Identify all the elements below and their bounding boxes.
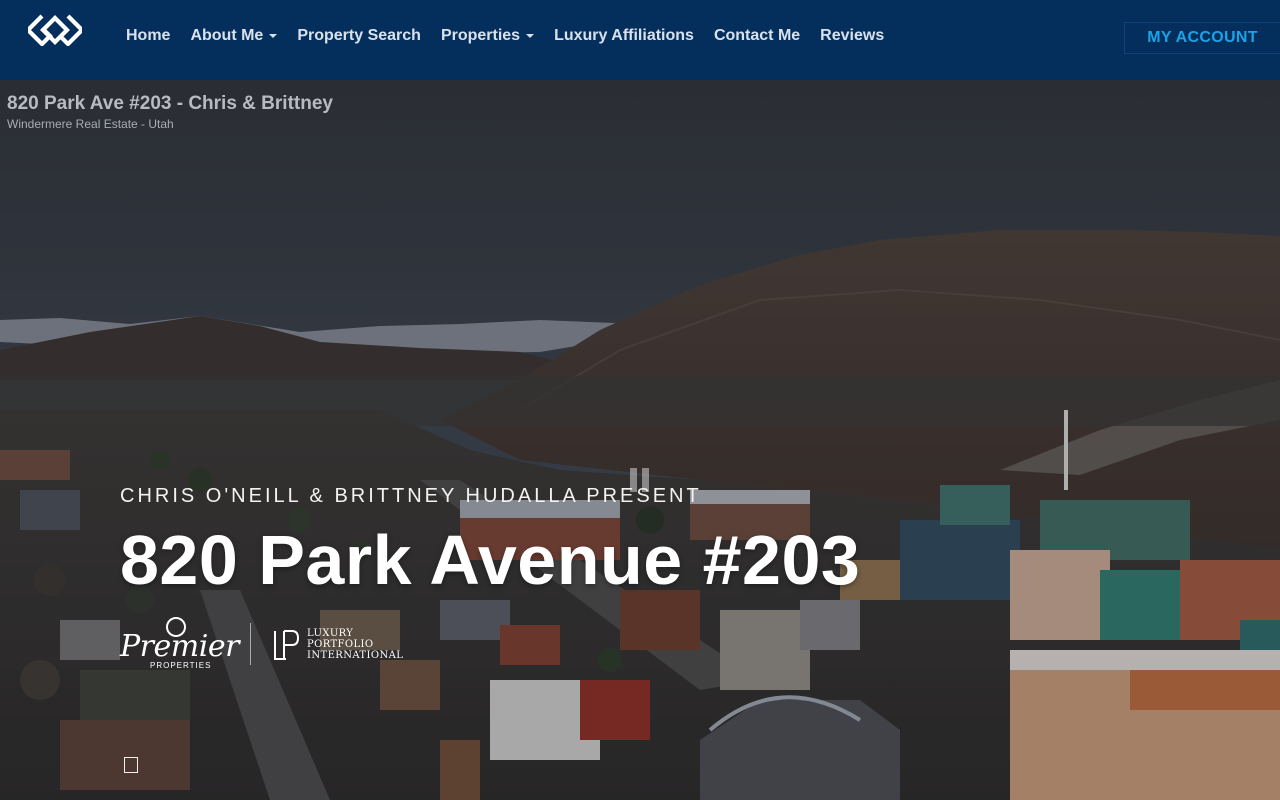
chevron-down-icon	[269, 34, 278, 38]
main-nav: Home About Me Property Search Properties…	[116, 0, 894, 72]
video-title[interactable]: 820 Park Ave #203 - Chris & Brittney	[7, 93, 333, 115]
lpi-line-2: PORTFOLIO	[307, 639, 374, 650]
nav-home-label: Home	[126, 27, 171, 44]
nav-contact-me[interactable]: Contact Me	[704, 0, 810, 72]
lpi-line-1: LUXURY	[307, 628, 354, 639]
my-account-button[interactable]: MY ACCOUNT	[1124, 22, 1280, 54]
nav-about-me-label: About Me	[190, 27, 264, 44]
video-channel[interactable]: Windermere Real Estate - Utah	[7, 117, 174, 131]
nav-contact-me-label: Contact Me	[713, 27, 801, 44]
chevron-down-icon	[526, 34, 535, 38]
nav-about-me[interactable]: About Me	[180, 0, 287, 72]
windermere-logo[interactable]	[28, 14, 82, 46]
lpi-wordmark: LUXURY PORTFOLIO INTERNATIONAL	[307, 628, 403, 661]
hero-presenter-text: CHRIS O'NEILL & BRITTNEY HUDALLA PRESENT	[120, 485, 702, 507]
nav-property-search[interactable]: Property Search	[287, 0, 431, 72]
nav-luxury-affiliations-label: Luxury Affiliations	[554, 27, 694, 44]
logo-divider	[250, 623, 251, 665]
nav-reviews-label: Reviews	[820, 27, 885, 44]
lpi-line-3: INTERNATIONAL	[307, 650, 404, 661]
hero-dim-overlay	[0, 80, 1280, 800]
hero-video[interactable]: 820 Park Ave #203 - Chris & Brittney Win…	[0, 80, 1280, 800]
nav-properties[interactable]: Properties	[431, 0, 544, 72]
nav-reviews[interactable]: Reviews	[810, 0, 894, 72]
premier-subtext: PROPERTIES	[150, 661, 212, 670]
nav-luxury-affiliations[interactable]: Luxury Affiliations	[544, 0, 704, 72]
premier-wordmark: Premier	[120, 629, 239, 664]
hero-headline: 820 Park Avenue #203	[120, 521, 861, 599]
nav-home[interactable]: Home	[116, 0, 180, 72]
nav-properties-label: Properties	[440, 27, 521, 44]
site-header: Home About Me Property Search Properties…	[0, 0, 1280, 80]
nav-property-search-label: Property Search	[297, 27, 421, 44]
stop-icon[interactable]	[124, 757, 138, 773]
lpi-monogram-icon	[274, 630, 300, 660]
